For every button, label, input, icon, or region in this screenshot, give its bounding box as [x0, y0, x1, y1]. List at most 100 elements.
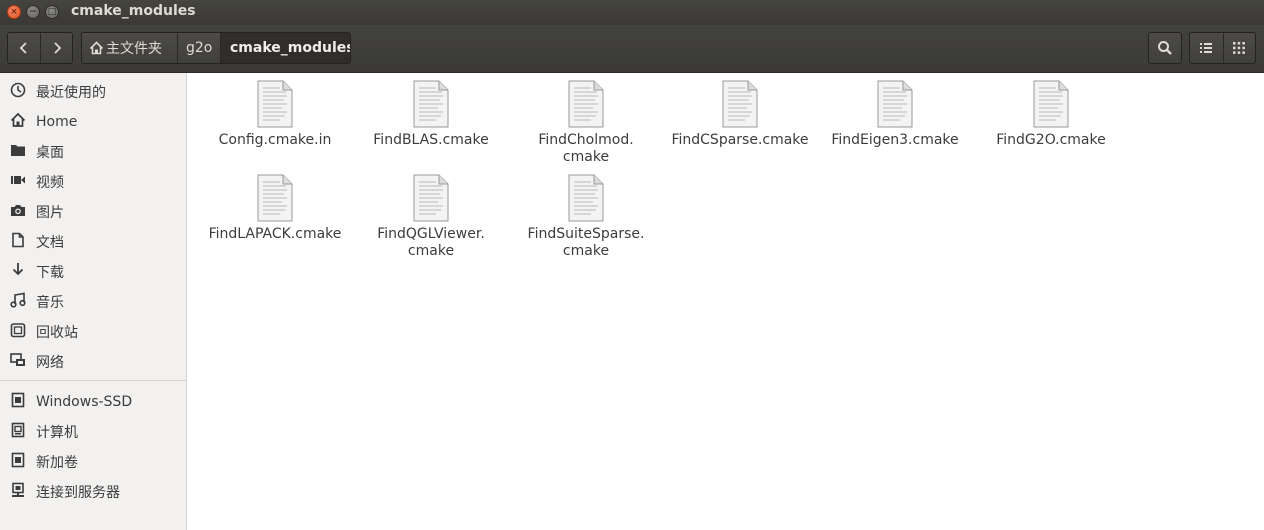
- network-icon: [8, 352, 28, 372]
- file-name-cont: cmake: [562, 243, 610, 259]
- drive-icon: [8, 452, 28, 472]
- file-name: FindSuiteSparse.: [527, 226, 645, 242]
- sidebar-item-label: 文档: [36, 235, 64, 251]
- file-name: FindG2O.cmake: [996, 132, 1106, 148]
- toolbar: 主文件夹 g2o cmake_modules: [0, 25, 1264, 73]
- sidebar-item-desktop[interactable]: 桌面: [0, 137, 186, 167]
- list-view-button[interactable]: [1190, 33, 1223, 63]
- breadcrumb-cmake-modules[interactable]: cmake_modules: [220, 33, 350, 63]
- file-name: FindLAPACK.cmake: [208, 226, 342, 242]
- home-icon: [89, 41, 104, 55]
- sidebar-item-label: 最近使用的: [36, 85, 106, 101]
- minimize-window-button[interactable]: −: [26, 5, 40, 19]
- text-file-icon: [568, 80, 604, 128]
- file-name: FindCSparse.cmake: [671, 132, 809, 148]
- drive-icon: [8, 392, 28, 412]
- sidebar-item-new-volume[interactable]: 新加卷: [0, 447, 186, 477]
- file-item[interactable]: FindLAPACK.cmake: [200, 174, 350, 243]
- recent-icon: [8, 82, 28, 102]
- text-file-icon: [1033, 80, 1069, 128]
- sidebar-item-label: Home: [36, 114, 78, 130]
- sidebar-item-label: 计算机: [36, 425, 78, 441]
- file-item[interactable]: FindQGLViewer. cmake: [356, 174, 506, 260]
- file-name-cont: cmake: [562, 149, 610, 165]
- sidebar-item-label: 音乐: [36, 295, 64, 311]
- sidebar: 最近使用的 Home 桌面 视频 图片 文档 下载 音乐 回收站 网络 Wind…: [0, 73, 187, 530]
- sidebar-item-label: 连接到服务器: [36, 485, 120, 501]
- trash-icon: [8, 322, 28, 342]
- sidebar-item-trash[interactable]: 回收站: [0, 317, 186, 347]
- maximize-icon: □: [47, 7, 57, 17]
- sidebar-item-windows-ssd[interactable]: Windows-SSD: [0, 387, 186, 417]
- file-item[interactable]: FindSuiteSparse. cmake: [511, 174, 661, 260]
- sidebar-item-label: 新加卷: [36, 455, 78, 471]
- desktop-icon: [8, 143, 28, 161]
- sidebar-item-computer[interactable]: 计算机: [0, 417, 186, 447]
- breadcrumb-home-label: 主文件夹: [106, 41, 162, 57]
- file-item[interactable]: Config.cmake.in: [200, 80, 350, 149]
- text-file-icon: [877, 80, 913, 128]
- close-window-button[interactable]: ×: [7, 5, 21, 19]
- close-icon: ×: [10, 7, 18, 17]
- history-nav: [7, 32, 73, 64]
- file-name-cont: cmake: [407, 243, 455, 259]
- music-icon: [8, 292, 28, 312]
- breadcrumb: 主文件夹 g2o cmake_modules: [81, 32, 351, 64]
- text-file-icon: [257, 80, 293, 128]
- grid-view-icon: [1233, 42, 1246, 54]
- list-view-icon: [1200, 43, 1213, 53]
- search-button[interactable]: [1148, 32, 1182, 64]
- breadcrumb-g2o[interactable]: g2o: [177, 33, 220, 63]
- file-item[interactable]: FindG2O.cmake: [976, 80, 1126, 149]
- search-icon: [1158, 41, 1172, 55]
- text-file-icon: [568, 174, 604, 222]
- sidebar-item-label: 视频: [36, 175, 64, 191]
- back-button[interactable]: [8, 33, 40, 63]
- sidebar-item-downloads[interactable]: 下载: [0, 257, 186, 287]
- sidebar-item-label: 桌面: [36, 145, 64, 161]
- sidebar-item-recent[interactable]: 最近使用的: [0, 77, 186, 107]
- forward-button[interactable]: [40, 33, 72, 63]
- file-item[interactable]: FindBLAS.cmake: [356, 80, 506, 149]
- breadcrumb-g2o-label: g2o: [186, 40, 213, 56]
- server-icon: [8, 482, 28, 502]
- breadcrumb-current-label: cmake_modules: [230, 40, 351, 56]
- minimize-icon: −: [29, 7, 37, 17]
- sidebar-item-connect-server[interactable]: 连接到服务器: [0, 477, 186, 507]
- text-file-icon: [413, 80, 449, 128]
- window-title: cmake_modules: [71, 3, 196, 19]
- sidebar-item-label: 回收站: [36, 325, 78, 341]
- chevron-left-icon: [19, 42, 27, 54]
- sidebar-item-video[interactable]: 视频: [0, 167, 186, 197]
- video-icon: [8, 174, 28, 190]
- file-name: FindCholmod.: [538, 132, 634, 148]
- text-file-icon: [722, 80, 758, 128]
- sidebar-item-label: Windows-SSD: [36, 394, 133, 410]
- sidebar-item-pictures[interactable]: 图片: [0, 197, 186, 227]
- sidebar-item-home[interactable]: Home: [0, 107, 186, 137]
- camera-icon: [8, 203, 28, 221]
- view-switcher: [1189, 32, 1256, 64]
- file-name: FindBLAS.cmake: [373, 132, 489, 148]
- sidebar-divider: [0, 380, 186, 381]
- document-icon: [8, 232, 28, 252]
- download-icon: [8, 262, 28, 282]
- file-item[interactable]: FindCSparse.cmake: [665, 80, 815, 149]
- home-icon: [8, 112, 28, 132]
- file-item[interactable]: FindEigen3.cmake: [820, 80, 970, 149]
- sidebar-item-music[interactable]: 音乐: [0, 287, 186, 317]
- sidebar-item-label: 下载: [36, 265, 64, 281]
- file-name: Config.cmake.in: [218, 132, 332, 148]
- maximize-window-button[interactable]: □: [45, 5, 59, 19]
- file-name: FindEigen3.cmake: [831, 132, 959, 148]
- text-file-icon: [257, 174, 293, 222]
- sidebar-item-label: 图片: [36, 205, 64, 221]
- sidebar-item-network[interactable]: 网络: [0, 347, 186, 377]
- sidebar-item-documents[interactable]: 文档: [0, 227, 186, 257]
- text-file-icon: [413, 174, 449, 222]
- file-item[interactable]: FindCholmod. cmake: [511, 80, 661, 166]
- sidebar-item-label: 网络: [36, 355, 64, 371]
- grid-view-button[interactable]: [1222, 33, 1256, 63]
- chevron-right-icon: [53, 42, 61, 54]
- breadcrumb-home[interactable]: 主文件夹: [82, 33, 177, 63]
